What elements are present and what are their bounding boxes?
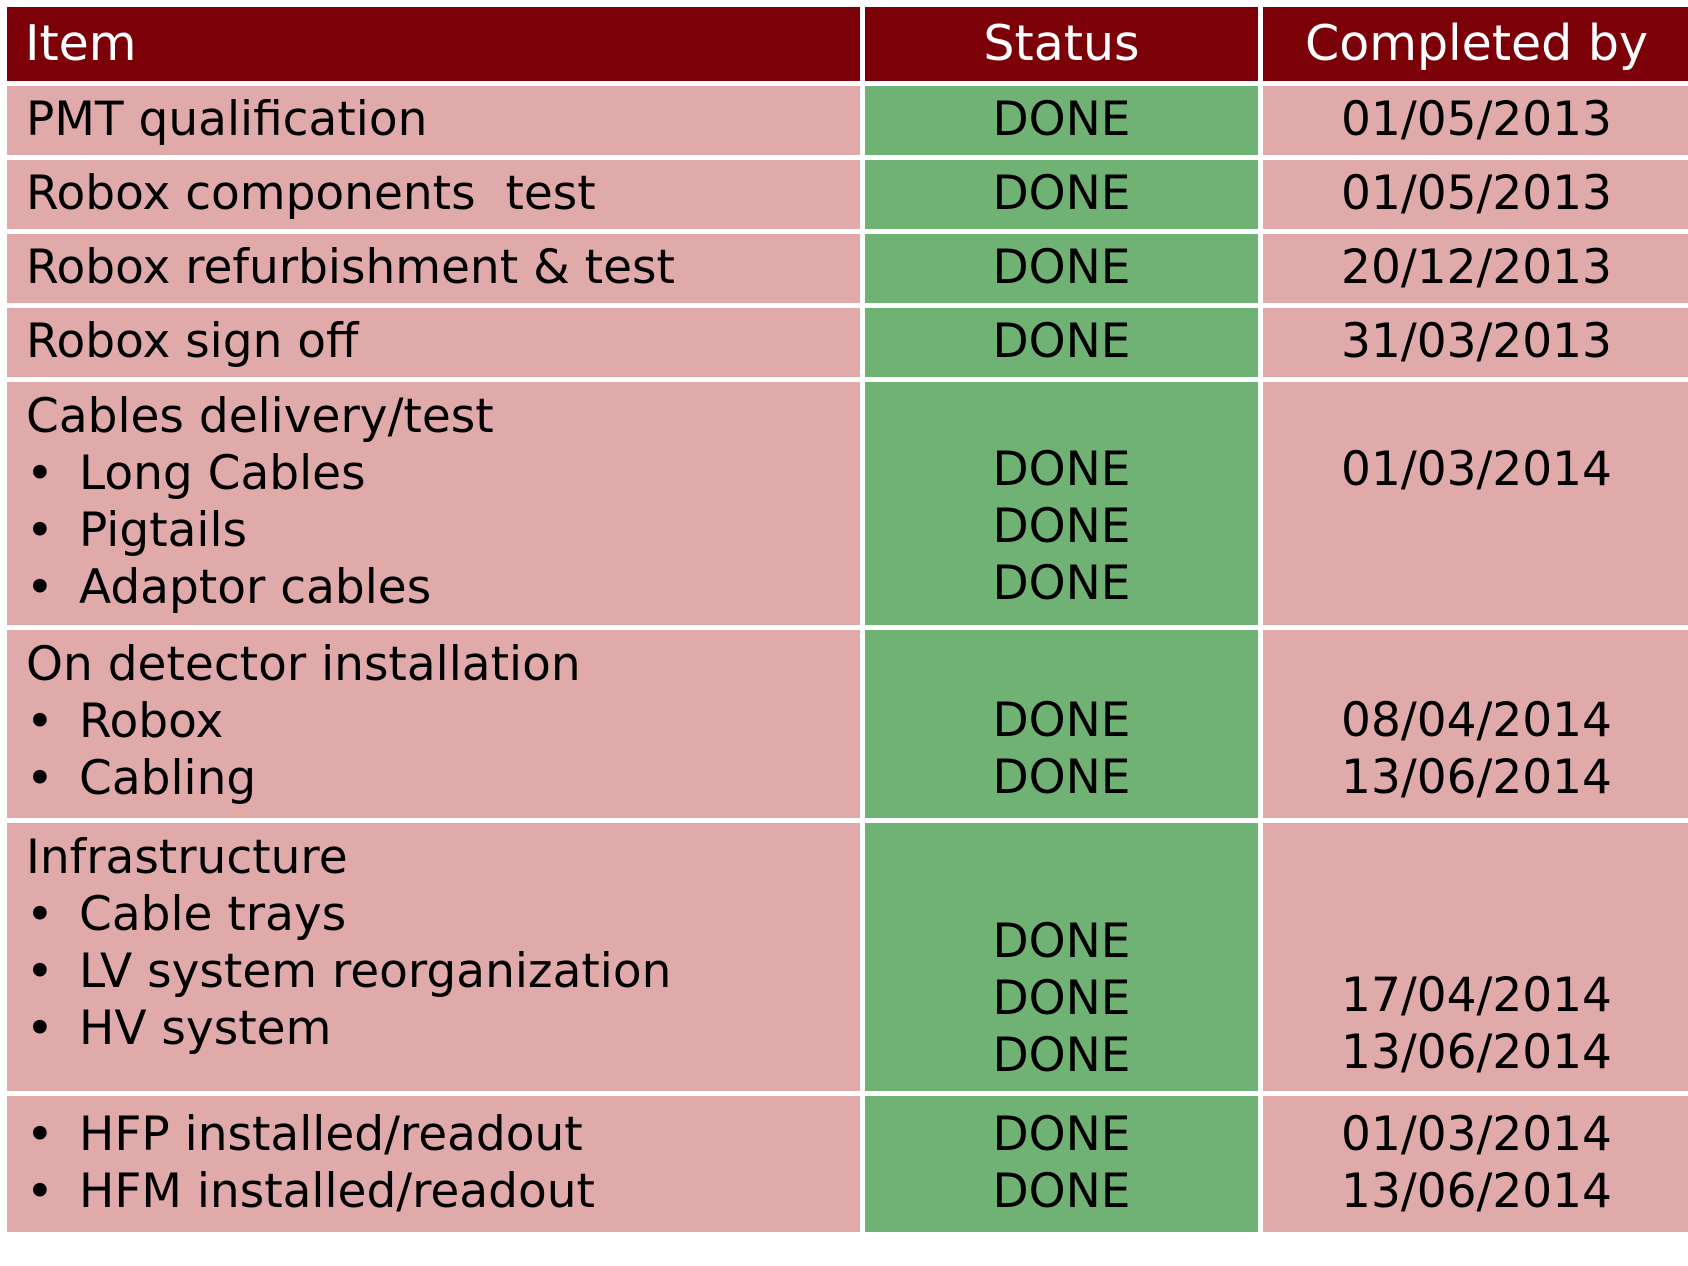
bullet-label: HV system: [79, 1001, 332, 1056]
completed-date: 13/06/2014: [1341, 1025, 1612, 1080]
bullet-item: • Long Cables: [26, 445, 860, 502]
bullet-dot: •: [26, 751, 54, 806]
status-value: DONE: [992, 499, 1131, 554]
bullet-dot: •: [26, 446, 54, 501]
bullet-label: Adaptor cables: [79, 560, 432, 615]
bullet-item: • LV system reorganization: [26, 943, 860, 1000]
status-value: DONE: [992, 1164, 1131, 1219]
status-value: DONE: [992, 1028, 1131, 1083]
completed-date: 08/04/2014: [1341, 693, 1612, 748]
bullet-label: Robox: [79, 694, 224, 749]
completed-date: 20/12/2013: [1341, 240, 1612, 295]
completed-date: 01/05/2013: [1341, 92, 1612, 147]
bullet-item: • Cabling: [26, 750, 860, 807]
bullet-item: • Cable trays: [26, 886, 860, 943]
completed-date: 13/06/2014: [1341, 750, 1612, 805]
status-cell: DONE: [865, 234, 1258, 303]
bullet-item: • HFM installed/readout: [26, 1163, 860, 1220]
bullet-label: HFP installed/readout: [79, 1107, 583, 1162]
item-title: On detector installation: [26, 637, 581, 692]
item-title: Infrastructure: [26, 830, 348, 885]
status-table: Item Status Completed by PMT qualificati…: [7, 7, 1688, 1232]
status-value: DONE: [992, 750, 1131, 805]
status-cell: DONE: [865, 86, 1258, 155]
status-cell: DONE DONE DONE: [865, 823, 1258, 1091]
bullet-item: • Adaptor cables: [26, 559, 860, 616]
item-title: Robox components test: [26, 166, 596, 221]
header-item: Item: [7, 7, 860, 81]
bullet-dot: •: [26, 503, 54, 558]
bullet-label: Cabling: [79, 751, 257, 806]
status-cell: DONE DONE: [865, 630, 1258, 818]
item-title: PMT qualification: [26, 92, 428, 147]
bullet-dot: •: [26, 1001, 54, 1056]
bullet-label: HFM installed/readout: [79, 1164, 595, 1219]
status-value: DONE: [992, 556, 1131, 611]
completed-date: 01/03/2014: [1341, 442, 1612, 497]
date-cell: 17/04/2014 13/06/2014: [1263, 823, 1688, 1091]
bullet-label: LV system reorganization: [79, 944, 672, 999]
date-cell: 01/03/2014: [1263, 382, 1688, 625]
status-value: DONE: [992, 240, 1131, 295]
completed-date: 01/05/2013: [1341, 166, 1612, 221]
date-cell: 20/12/2013: [1263, 234, 1688, 303]
status-cell: DONE: [865, 160, 1258, 229]
item-title: Cables delivery/test: [26, 389, 494, 444]
status-cell: DONE: [865, 308, 1258, 377]
item-cell-robox-refurbishment: Robox refurbishment & test: [7, 234, 860, 303]
bullet-item: • HV system: [26, 1000, 860, 1057]
completed-date: 31/03/2013: [1341, 314, 1612, 369]
item-title: Robox refurbishment & test: [26, 240, 675, 295]
bullet-label: Cable trays: [79, 887, 347, 942]
item-cell-on-detector-installation: On detector installation • Robox • Cabling: [7, 630, 860, 818]
header-status: Status: [865, 7, 1258, 81]
bullet-dot: •: [26, 1164, 54, 1219]
date-cell: 01/05/2013: [1263, 160, 1688, 229]
date-cell: 08/04/2014 13/06/2014: [1263, 630, 1688, 818]
bullet-dot: •: [26, 944, 54, 999]
status-value: DONE: [992, 166, 1131, 221]
completed-date: 13/06/2014: [1341, 1164, 1612, 1219]
bullet-dot: •: [26, 560, 54, 615]
date-cell: 31/03/2013: [1263, 308, 1688, 377]
bullet-item: • HFP installed/readout: [26, 1106, 860, 1163]
status-cell: DONE DONE: [865, 1096, 1258, 1232]
bullet-dot: •: [26, 1107, 54, 1162]
header-completed-by: Completed by: [1263, 7, 1688, 81]
item-cell-cables-delivery: Cables delivery/test • Long Cables • Pigta…: [7, 382, 860, 625]
bullet-label: Pigtails: [79, 503, 248, 558]
item-cell-pmt-qualification: PMT qualification: [7, 86, 860, 155]
bullet-label: Long Cables: [79, 446, 366, 501]
date-cell: 01/05/2013: [1263, 86, 1688, 155]
status-value: DONE: [992, 971, 1131, 1026]
status-value: DONE: [992, 1107, 1131, 1162]
date-cell: 01/03/2014 13/06/2014: [1263, 1096, 1688, 1232]
item-cell-hfp-hfm: • HFP installed/readout • HFM installed/re…: [7, 1096, 860, 1232]
item-title: Robox sign off: [26, 314, 359, 369]
status-value: DONE: [992, 693, 1131, 748]
status-value: DONE: [992, 914, 1131, 969]
status-cell: DONE DONE DONE: [865, 382, 1258, 625]
status-value: DONE: [992, 314, 1131, 369]
bullet-item: • Pigtails: [26, 502, 860, 559]
item-cell-robox-sign-off: Robox sign off: [7, 308, 860, 377]
item-cell-infrastructure: Infrastructure • Cable trays • LV system r…: [7, 823, 860, 1091]
bullet-item: • Robox: [26, 693, 860, 750]
completed-date: 17/04/2014: [1341, 968, 1612, 1023]
bullet-dot: •: [26, 694, 54, 749]
bullet-dot: •: [26, 887, 54, 942]
item-cell-robox-components: Robox components test: [7, 160, 860, 229]
completed-date: 01/03/2014: [1341, 1107, 1612, 1162]
status-value: DONE: [992, 92, 1131, 147]
status-value: DONE: [992, 442, 1131, 497]
